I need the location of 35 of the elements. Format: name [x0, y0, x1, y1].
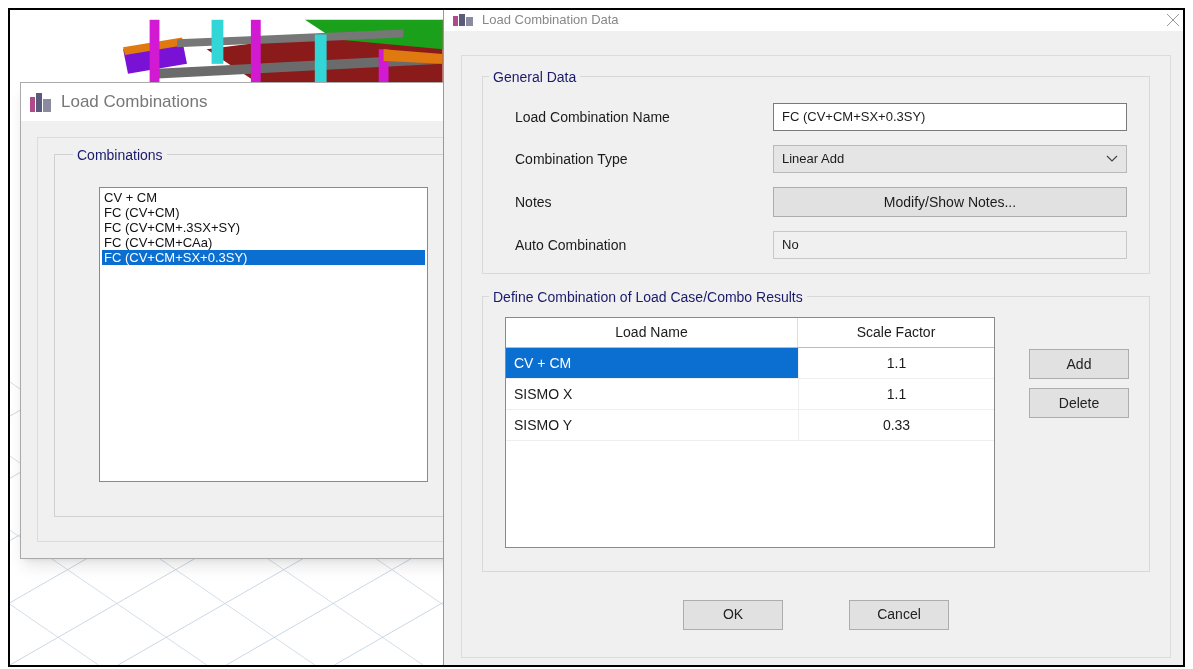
table-cell: 0.33 — [798, 410, 994, 440]
field-label: Auto Combination — [515, 235, 628, 255]
field-label: Load Combination Name — [515, 107, 671, 127]
name-field[interactable]: FC (CV+CM+SX+0.3SY) — [773, 103, 1127, 131]
column-header[interactable]: Load Name — [506, 318, 798, 347]
list-item[interactable]: FC (CV+CM+SX+0.3SY) — [102, 250, 425, 265]
table-action-button[interactable]: Add — [1029, 349, 1129, 379]
close-icon[interactable] — [1166, 13, 1180, 27]
table-cell-text: SISMO X — [513, 384, 574, 404]
table-action-button[interactable]: Delete — [1029, 388, 1129, 418]
list-item[interactable]: CV + CM — [102, 190, 425, 205]
chevron-down-icon — [1106, 155, 1118, 163]
modify-notes-button[interactable]: Modify/Show Notes... — [773, 187, 1127, 217]
table-row[interactable]: SISMO X 1.1 — [506, 379, 994, 410]
app-icon — [452, 14, 474, 26]
combinations-list[interactable]: CV + CM FC (CV+CM) FC (CV+CM+.3SX+SY) FC (CV+CM+CAa) FC (CV+CM+SX+0.3SY) — [99, 187, 428, 482]
list-item[interactable]: FC (CV+CM+CAa) — [102, 235, 425, 250]
auto-combination-field[interactable]: No — [773, 231, 1127, 259]
window-title: Load Combinations — [61, 91, 208, 114]
dialog-button[interactable]: OK — [683, 599, 783, 630]
table-cell: 1.1 — [798, 379, 994, 409]
table-cell: CV + CM — [506, 348, 798, 378]
field-label: Notes — [515, 192, 553, 212]
table-row[interactable]: CV + CM 1.1 — [506, 348, 994, 379]
list-item[interactable]: FC (CV+CM) — [102, 205, 425, 220]
window-title: Load Combination Data — [482, 11, 619, 30]
app-icon — [29, 91, 53, 113]
column-header[interactable]: Scale Factor — [798, 318, 994, 347]
combination-type-dropdown[interactable]: Linear Add — [773, 145, 1127, 173]
table-cell: 1.1 — [798, 348, 994, 378]
dialog-button[interactable]: Cancel — [849, 599, 949, 630]
field-label: Combination Type — [515, 149, 629, 169]
list-item[interactable]: FC (CV+CM+.3SX+SY) — [102, 220, 425, 235]
table-row[interactable]: SISMO Y 0.33 — [506, 410, 994, 441]
table-cell-text: SISMO Y — [513, 415, 574, 435]
